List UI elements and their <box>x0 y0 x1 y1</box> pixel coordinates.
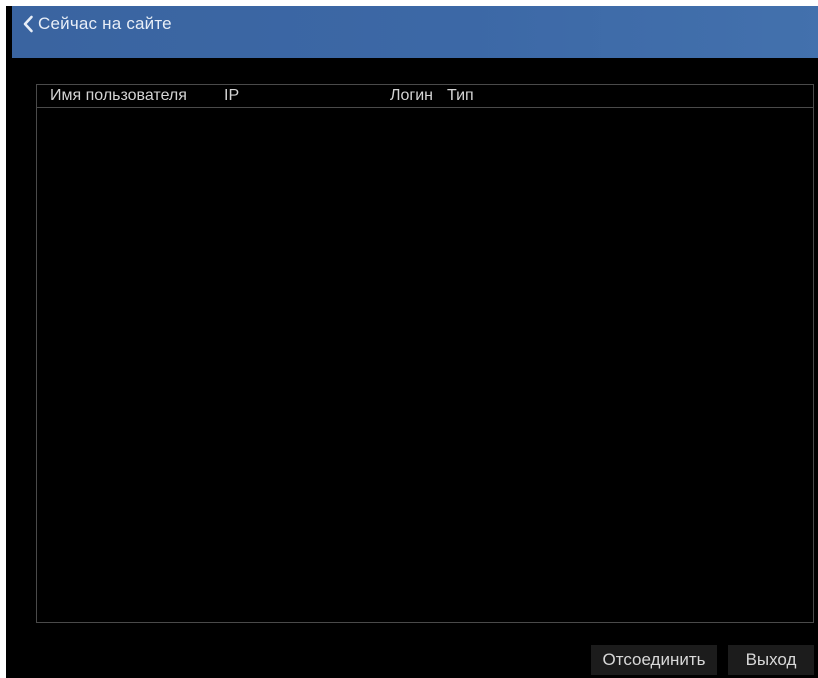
chevron-left-icon <box>22 15 34 33</box>
column-header-type[interactable]: Тип <box>447 87 474 105</box>
column-header-ip[interactable]: IP <box>224 87 239 105</box>
back-button[interactable]: Сейчас на сайте <box>22 14 172 34</box>
exit-button[interactable]: Выход <box>728 645 814 675</box>
disconnect-button[interactable]: Отсоединить <box>591 645 717 675</box>
page-title: Сейчас на сайте <box>38 14 172 33</box>
table-header: Имя пользователя IP Логин Тип <box>37 85 813 108</box>
title-bar: Сейчас на сайте <box>12 6 818 58</box>
column-header-login[interactable]: Логин <box>390 87 433 105</box>
column-header-username[interactable]: Имя пользователя <box>50 87 187 105</box>
online-users-table: Имя пользователя IP Логин Тип <box>36 84 814 623</box>
online-users-window: Сейчас на сайте Имя пользователя IP Логи… <box>6 6 818 678</box>
table-body[interactable] <box>37 108 813 622</box>
